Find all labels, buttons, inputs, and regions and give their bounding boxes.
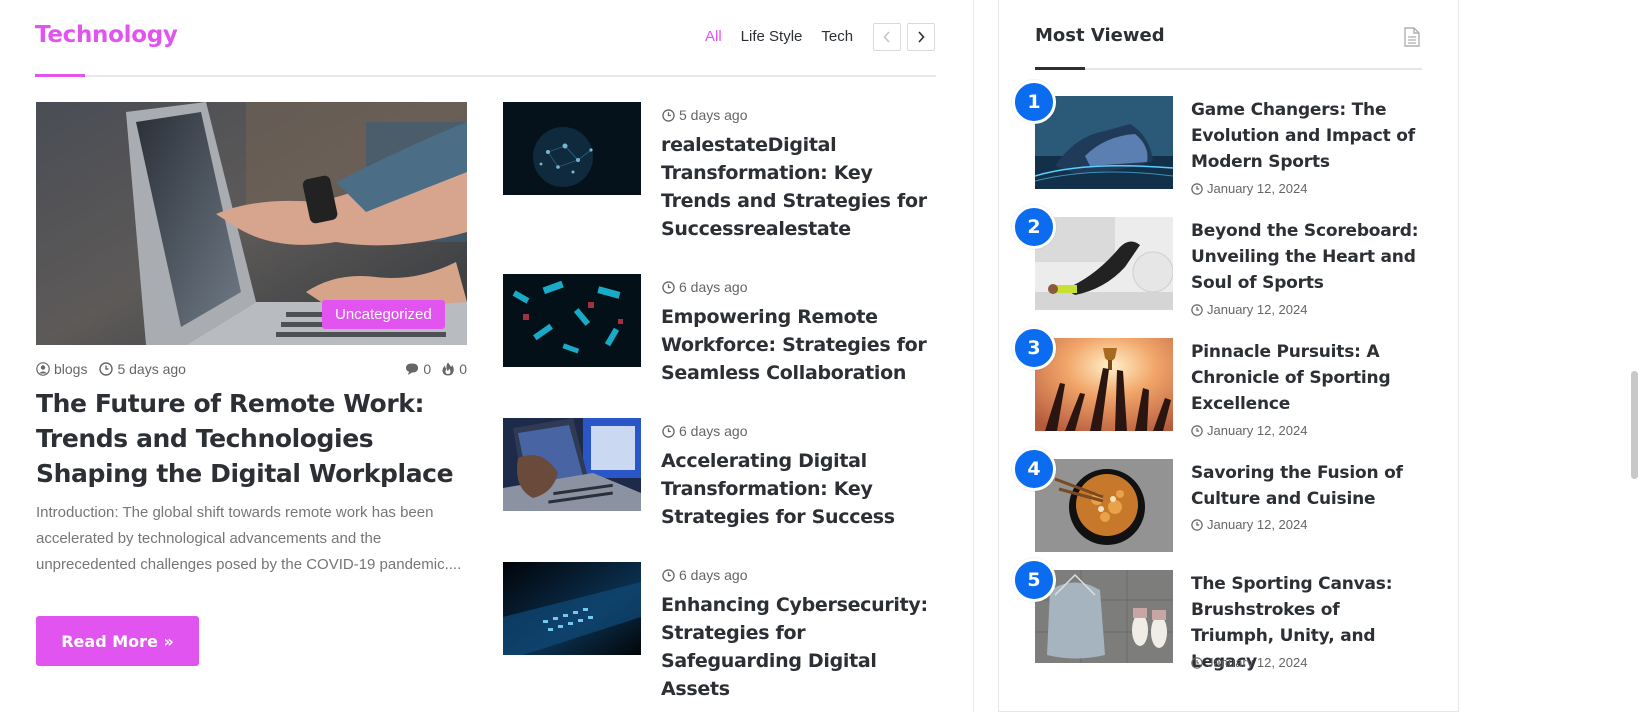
post-thumbnail[interactable] bbox=[503, 562, 641, 655]
date-text: 6 days ago bbox=[679, 423, 748, 439]
category-badge[interactable]: Uncategorized bbox=[322, 300, 445, 329]
most-viewed-thumbnail[interactable] bbox=[1035, 459, 1173, 552]
most-viewed-date: January 12, 2024 bbox=[1191, 302, 1307, 317]
post-thumbnail[interactable] bbox=[503, 274, 641, 367]
most-viewed-date: January 12, 2024 bbox=[1191, 181, 1307, 196]
block-divider bbox=[35, 75, 936, 77]
document-icon bbox=[1404, 27, 1420, 47]
featured-post-excerpt: Introduction: The global shift towards r… bbox=[36, 504, 462, 573]
clock-icon bbox=[662, 280, 675, 294]
author-name: blogs bbox=[54, 361, 88, 377]
post-title[interactable]: realestateDigital Transformation: Key Tr… bbox=[661, 131, 931, 243]
next-page-button[interactable] bbox=[907, 23, 935, 51]
page-scrollbar[interactable] bbox=[1629, 0, 1639, 712]
clock-icon bbox=[662, 424, 675, 438]
most-viewed-title[interactable]: Pinnacle Pursuits: A Chronicle of Sporti… bbox=[1191, 339, 1421, 417]
block-title: Technology bbox=[35, 22, 178, 48]
post-title[interactable]: Empowering Remote Workforce: Strategies … bbox=[661, 303, 931, 387]
post-author[interactable]: blogs bbox=[36, 361, 87, 377]
clock-icon bbox=[1191, 518, 1203, 531]
date-text: January 12, 2024 bbox=[1207, 181, 1308, 196]
date-text: 5 days ago bbox=[117, 361, 186, 377]
date-text: January 12, 2024 bbox=[1207, 423, 1308, 438]
clock-icon bbox=[1191, 656, 1203, 669]
date-text: 6 days ago bbox=[679, 279, 748, 295]
views-value: 0 bbox=[459, 361, 467, 377]
user-icon bbox=[36, 362, 50, 376]
most-viewed-thumbnail[interactable] bbox=[1035, 570, 1173, 663]
widget-divider bbox=[1035, 68, 1422, 70]
most-viewed-thumbnail[interactable] bbox=[1035, 96, 1173, 189]
chevron-left-icon bbox=[883, 31, 890, 43]
clock-icon bbox=[1191, 182, 1203, 195]
most-viewed-date: January 12, 2024 bbox=[1191, 517, 1307, 532]
rank-badge: 3 bbox=[1012, 326, 1056, 370]
post-date: 6 days ago bbox=[662, 279, 748, 295]
block-accent-bar bbox=[35, 74, 85, 77]
views-count: 0 bbox=[441, 361, 467, 377]
post-thumbnail[interactable] bbox=[503, 418, 641, 511]
most-viewed-date: January 12, 2024 bbox=[1191, 423, 1307, 438]
comments-icon bbox=[406, 363, 419, 375]
rank-badge: 4 bbox=[1012, 447, 1056, 491]
prev-page-button[interactable] bbox=[873, 23, 901, 51]
column-divider bbox=[973, 0, 974, 712]
chevron-right-icon bbox=[918, 31, 925, 43]
fire-icon bbox=[442, 362, 454, 376]
clock-icon bbox=[1191, 303, 1203, 316]
most-viewed-thumbnail[interactable] bbox=[1035, 338, 1173, 431]
scrollbar-thumb[interactable] bbox=[1631, 371, 1638, 479]
filter-tech[interactable]: Tech bbox=[821, 28, 853, 45]
filter-all[interactable]: All bbox=[705, 28, 722, 45]
date-text: 5 days ago bbox=[679, 107, 748, 123]
date-text: January 12, 2024 bbox=[1207, 517, 1308, 532]
most-viewed-title[interactable]: Beyond the Scoreboard: Unveiling the Hea… bbox=[1191, 218, 1421, 296]
post-date: 5 days ago bbox=[99, 361, 186, 377]
date-text: January 12, 2024 bbox=[1207, 302, 1308, 317]
category-filters: All Life Style Tech bbox=[705, 28, 872, 45]
filter-life-style[interactable]: Life Style bbox=[741, 28, 803, 45]
clock-icon bbox=[99, 362, 114, 376]
widget-accent-bar bbox=[1035, 67, 1085, 70]
most-viewed-title[interactable]: Savoring the Fusion of Culture and Cuisi… bbox=[1191, 460, 1421, 512]
read-more-button[interactable]: Read More » bbox=[36, 616, 199, 666]
featured-post-title[interactable]: The Future of Remote Work: Trends and Te… bbox=[36, 386, 466, 491]
date-text: 6 days ago bbox=[679, 567, 748, 583]
comments-count[interactable]: 0 bbox=[405, 361, 431, 377]
post-thumbnail[interactable] bbox=[503, 102, 641, 195]
clock-icon bbox=[1191, 424, 1203, 437]
post-title[interactable]: Accelerating Digital Transformation: Key… bbox=[661, 447, 931, 531]
post-date: 6 days ago bbox=[662, 567, 748, 583]
comments-value: 0 bbox=[423, 361, 432, 377]
post-date: 6 days ago bbox=[662, 423, 748, 439]
most-viewed-date: January 12, 2024 bbox=[1191, 655, 1307, 670]
rank-badge: 1 bbox=[1012, 80, 1056, 124]
rank-badge: 2 bbox=[1012, 205, 1056, 249]
most-viewed-thumbnail[interactable] bbox=[1035, 217, 1173, 310]
date-text: January 12, 2024 bbox=[1207, 655, 1308, 670]
post-date: 5 days ago bbox=[662, 107, 748, 123]
clock-icon bbox=[662, 568, 675, 582]
featured-post-meta: blogs 5 days ago 0 0 bbox=[36, 361, 467, 377]
rank-badge: 5 bbox=[1012, 558, 1056, 602]
widget-title: Most Viewed bbox=[1035, 25, 1165, 46]
most-viewed-title[interactable]: Game Changers: The Evolution and Impact … bbox=[1191, 97, 1421, 175]
post-title[interactable]: Enhancing Cybersecurity: Strategies for … bbox=[661, 591, 931, 703]
clock-icon bbox=[662, 108, 675, 122]
